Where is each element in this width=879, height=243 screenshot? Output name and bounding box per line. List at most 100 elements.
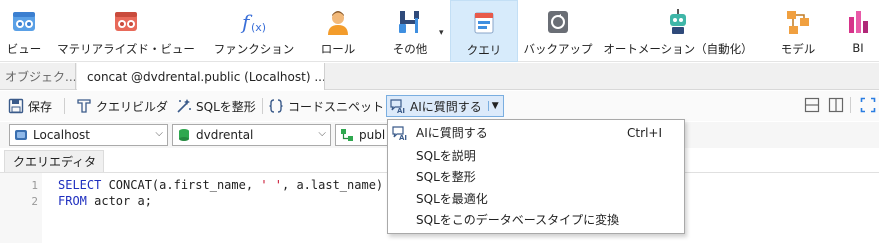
ribbon-label: バックアップ [523, 42, 593, 56]
menu-item-convert-sql[interactable]: SQLをこのデータベースタイプに変換 [388, 209, 684, 230]
split-horizontal-icon[interactable] [804, 97, 820, 113]
others-dropdown-arrow-icon[interactable]: ▾ [439, 28, 444, 38]
ribbon-label: ファンクション [213, 42, 295, 56]
line-number-gutter: 1 2 [0, 173, 42, 243]
connection-value: Localhost [33, 128, 91, 142]
tab-label: オブジェク... [5, 70, 76, 84]
ribbon-toolbar: ビュー マテリアライズド・ビュー f (x) ファンクション ロール その他 ▾… [0, 0, 879, 62]
code-text: CONCAT(a.first_name, [101, 178, 261, 192]
save-icon [8, 98, 24, 114]
bi-icon [849, 11, 868, 33]
function-icon: f (x) [240, 10, 266, 34]
ribbon-label: マテリアライズド・ビュー [57, 42, 195, 56]
code-text: actor a; [86, 194, 152, 208]
connection-select[interactable]: Localhost ⌵ [9, 124, 168, 146]
database-value: dvdrental [196, 128, 254, 142]
ribbon-others-button[interactable]: その他 ▾ [380, 0, 444, 62]
materialized-view-icon [115, 12, 137, 31]
code-snippet-icon [269, 99, 283, 113]
query-builder-button[interactable]: クエリビルダ [76, 95, 168, 117]
database-select[interactable]: dvdrental ⌵ [172, 124, 331, 146]
fullscreen-icon[interactable] [860, 97, 876, 113]
ribbon-label: ロール [320, 42, 356, 56]
chevron-down-icon: ⌵ [318, 128, 326, 139]
tab-query-concat[interactable]: concat @dvdrental.public (Localhost) ... [77, 63, 325, 90]
ask-ai-dropdown-arrow-icon[interactable]: ▼ [487, 101, 499, 111]
line-number: 1 [31, 179, 38, 192]
toolbar-separator [850, 97, 851, 113]
code-snippet-button[interactable]: コードスニペット [268, 95, 384, 117]
ribbon-backup-button[interactable]: バックアップ [520, 0, 596, 62]
menu-item-label: SQLを整形 [416, 170, 476, 184]
menu-item-label: SQLを最適化 [416, 192, 488, 206]
ribbon-label: オートメーション（自動化） [603, 42, 753, 56]
query-builder-icon [77, 99, 91, 113]
query-editor-tab-label: クエリエディタ [13, 155, 97, 169]
ribbon-model-button[interactable]: モデル [768, 0, 828, 62]
svg-text:(x): (x) [251, 21, 266, 34]
format-sql-button[interactable]: SQLを整形 [176, 95, 256, 117]
menu-item-shortcut: Ctrl+I [627, 125, 662, 140]
sql-string: ' ' [260, 178, 282, 192]
ribbon-materialized-view-button[interactable]: マテリアライズド・ビュー [56, 0, 196, 62]
menu-item-label: AIに質問する [416, 126, 488, 140]
chevron-down-icon: ⌵ [155, 128, 163, 139]
code-line: FROM actor a; [58, 194, 152, 208]
menu-item-optimize-sql[interactable]: SQLを最適化 [388, 188, 684, 209]
view-icon [13, 12, 35, 31]
menu-item-format-sql[interactable]: SQLを整形 [388, 166, 684, 187]
ribbon-label: ビュー [6, 42, 42, 56]
menu-item-label: SQLをこのデータベースタイプに変換 [416, 213, 620, 227]
ribbon-query-button[interactable]: クエリ [450, 0, 518, 62]
model-icon [787, 11, 809, 34]
tab-objects[interactable]: オブジェク... [0, 63, 76, 90]
ribbon-function-button[interactable]: f (x) ファンクション [210, 0, 298, 62]
sql-keyword: FROM [58, 194, 87, 208]
toolbar-separator [262, 98, 263, 114]
split-vertical-icon[interactable] [828, 97, 844, 113]
ribbon-label: モデル [780, 42, 816, 56]
query-toolbar: 保存 クエリビルダ SQLを整形 コードスニペット AI AIに質問する ▼ [0, 91, 879, 121]
query-icon [474, 12, 494, 34]
schema-select[interactable]: publ [335, 124, 395, 146]
code-text: , a.last_name) [282, 178, 384, 192]
menu-item-label: SQLを説明 [416, 149, 476, 163]
tools-icon [399, 11, 419, 33]
schema-icon [341, 129, 353, 141]
backup-icon [548, 11, 568, 33]
ribbon-automation-button[interactable]: オートメーション（自動化） [602, 0, 754, 62]
ask-ai-label: AIに質問する [410, 99, 482, 114]
ai-chat-icon: AI [392, 126, 407, 141]
ribbon-label: クエリ [466, 43, 502, 57]
code-snippet-label: コードスニペット [288, 99, 385, 114]
svg-text:AI: AI [397, 107, 405, 114]
tab-label: concat @dvdrental.public (Localhost) ... [87, 69, 325, 84]
magic-wand-icon [177, 99, 191, 113]
ribbon-view-button[interactable]: ビュー [0, 0, 48, 62]
save-label: 保存 [28, 99, 53, 114]
toolbar-separator [64, 98, 65, 114]
database-icon [179, 129, 189, 141]
ask-ai-button[interactable]: AI AIに質問する ▼ [386, 95, 504, 117]
save-button[interactable]: 保存 [8, 95, 52, 117]
svg-text:AI: AI [399, 134, 407, 141]
menu-item-explain-sql[interactable]: SQLを説明 [388, 145, 684, 166]
postgres-connection-icon [15, 130, 27, 140]
role-icon [328, 11, 348, 35]
menu-item-ask-ai[interactable]: AI AIに質問する Ctrl+I [388, 122, 684, 143]
ask-ai-dropdown-menu: AI AIに質問する Ctrl+I SQLを説明 SQLを整形 SQLを最適化 … [387, 119, 685, 234]
ribbon-label: その他 [392, 42, 428, 56]
document-tab-bar: オブジェク... concat @dvdrental.public (Local… [0, 63, 879, 90]
query-editor-tab[interactable]: クエリエディタ [4, 150, 104, 172]
ribbon-role-button[interactable]: ロール [310, 0, 366, 62]
sql-keyword: SELECT [58, 178, 102, 192]
ribbon-label: BI [852, 41, 864, 55]
format-sql-label: SQLを整形 [196, 99, 256, 114]
ribbon-bi-button[interactable]: BI [838, 0, 878, 62]
query-builder-label: クエリビルダ [96, 99, 169, 114]
code-line: SELECT CONCAT(a.first_name, ' ', a.last_… [58, 178, 383, 192]
automation-icon [670, 9, 686, 34]
ai-chat-icon: AI [390, 99, 405, 114]
schema-value: publ [359, 128, 386, 142]
line-number: 2 [31, 195, 38, 208]
